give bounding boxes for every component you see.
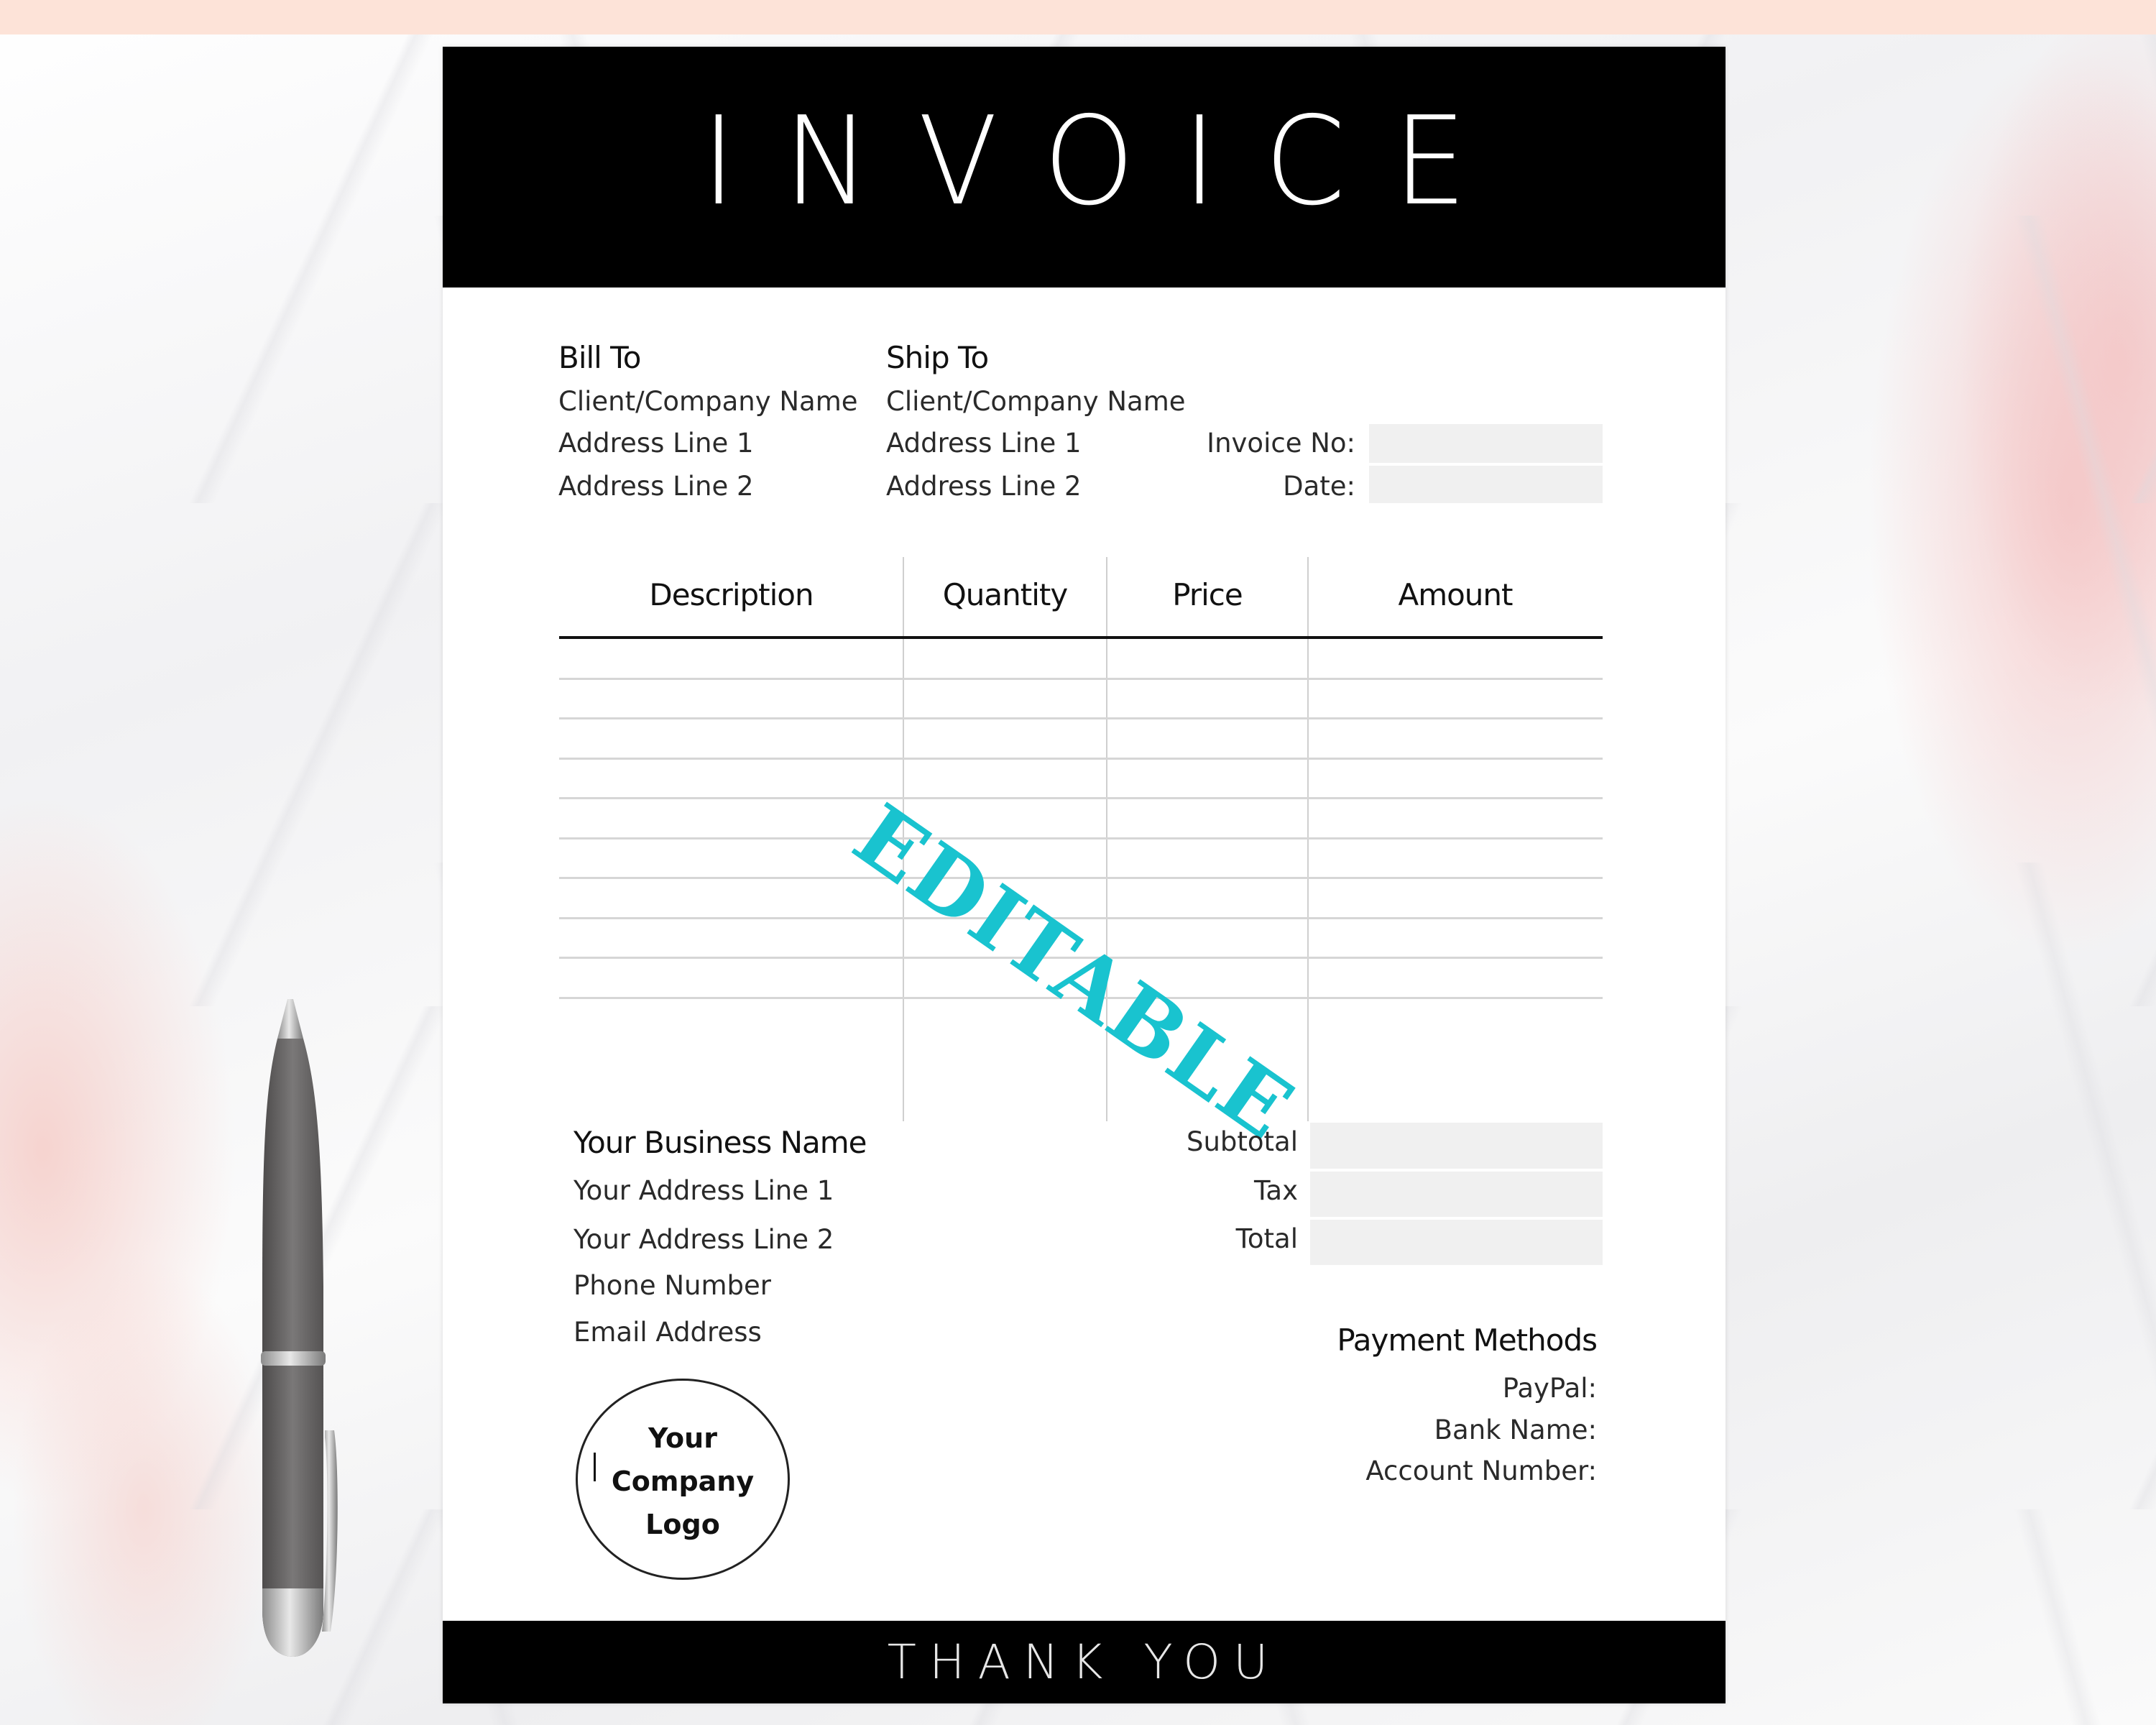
table-row[interactable] xyxy=(559,837,1603,840)
column-header-amount: Amount xyxy=(1398,577,1513,612)
table-row[interactable] xyxy=(559,797,1603,799)
invoice-no-field[interactable] xyxy=(1369,424,1603,463)
business-address-line-1[interactable]: Your Address Line 1 xyxy=(573,1175,834,1207)
business-email[interactable]: Email Address xyxy=(573,1317,762,1348)
payment-account-number[interactable]: Account Number: xyxy=(1233,1455,1597,1487)
total-label: Total xyxy=(1235,1223,1298,1254)
logo-line: Your xyxy=(648,1422,717,1454)
bill-to-address-line-2[interactable]: Address Line 2 xyxy=(558,471,754,502)
tax-label: Tax xyxy=(1253,1175,1298,1206)
table-row[interactable] xyxy=(559,877,1603,879)
invoice-page: INVOICE Bill To Client/Company Name Addr… xyxy=(443,47,1726,1703)
business-name[interactable]: Your Business Name xyxy=(573,1125,867,1161)
ship-to-client-name[interactable]: Client/Company Name xyxy=(886,386,1186,418)
top-peach-band xyxy=(0,0,2156,34)
logo-line: Logo xyxy=(645,1509,720,1540)
table-row[interactable] xyxy=(559,717,1603,719)
column-header-quantity: Quantity xyxy=(942,577,1069,612)
ship-to-address-line-2[interactable]: Address Line 2 xyxy=(886,471,1082,502)
editable-watermark: EDITABLE xyxy=(837,784,1312,1159)
column-header-description: Description xyxy=(649,577,814,612)
invoice-title: INVOICE xyxy=(701,91,1515,233)
bill-to-heading: Bill To xyxy=(558,340,641,375)
logo-text: Your Company Logo xyxy=(578,1417,788,1546)
ship-to-heading: Ship To xyxy=(886,340,989,375)
total-field[interactable] xyxy=(1310,1220,1603,1265)
table-row[interactable] xyxy=(559,678,1603,680)
header-rule xyxy=(559,636,1603,639)
payment-bank-name[interactable]: Bank Name: xyxy=(1233,1414,1597,1446)
payment-paypal[interactable]: PayPal: xyxy=(1233,1373,1597,1404)
company-logo-placeholder[interactable]: Your Company Logo xyxy=(576,1379,790,1580)
subtotal-field[interactable] xyxy=(1310,1123,1603,1169)
invoice-no-label: Invoice No: xyxy=(1207,428,1355,459)
logo-line: Company xyxy=(611,1466,755,1497)
business-address-line-2[interactable]: Your Address Line 2 xyxy=(573,1224,834,1256)
business-phone[interactable]: Phone Number xyxy=(573,1270,771,1302)
ship-to-address-line-1[interactable]: Address Line 1 xyxy=(886,428,1082,459)
column-header-price: Price xyxy=(1172,577,1243,612)
subtotal-label: Subtotal xyxy=(1186,1126,1298,1157)
bill-to-client-name[interactable]: Client/Company Name xyxy=(558,386,858,418)
date-label: Date: xyxy=(1283,471,1355,502)
thank-you-text: THANK YOU xyxy=(887,1634,1281,1690)
pen-icon xyxy=(261,999,338,1657)
bill-to-address-line-1[interactable]: Address Line 1 xyxy=(558,428,754,459)
header-band: INVOICE xyxy=(443,47,1726,288)
date-field[interactable] xyxy=(1369,466,1603,503)
footer-band: THANK YOU xyxy=(443,1621,1726,1703)
payment-methods-heading: Payment Methods xyxy=(1337,1322,1598,1358)
table-row[interactable] xyxy=(559,758,1603,760)
tax-field[interactable] xyxy=(1310,1172,1603,1217)
